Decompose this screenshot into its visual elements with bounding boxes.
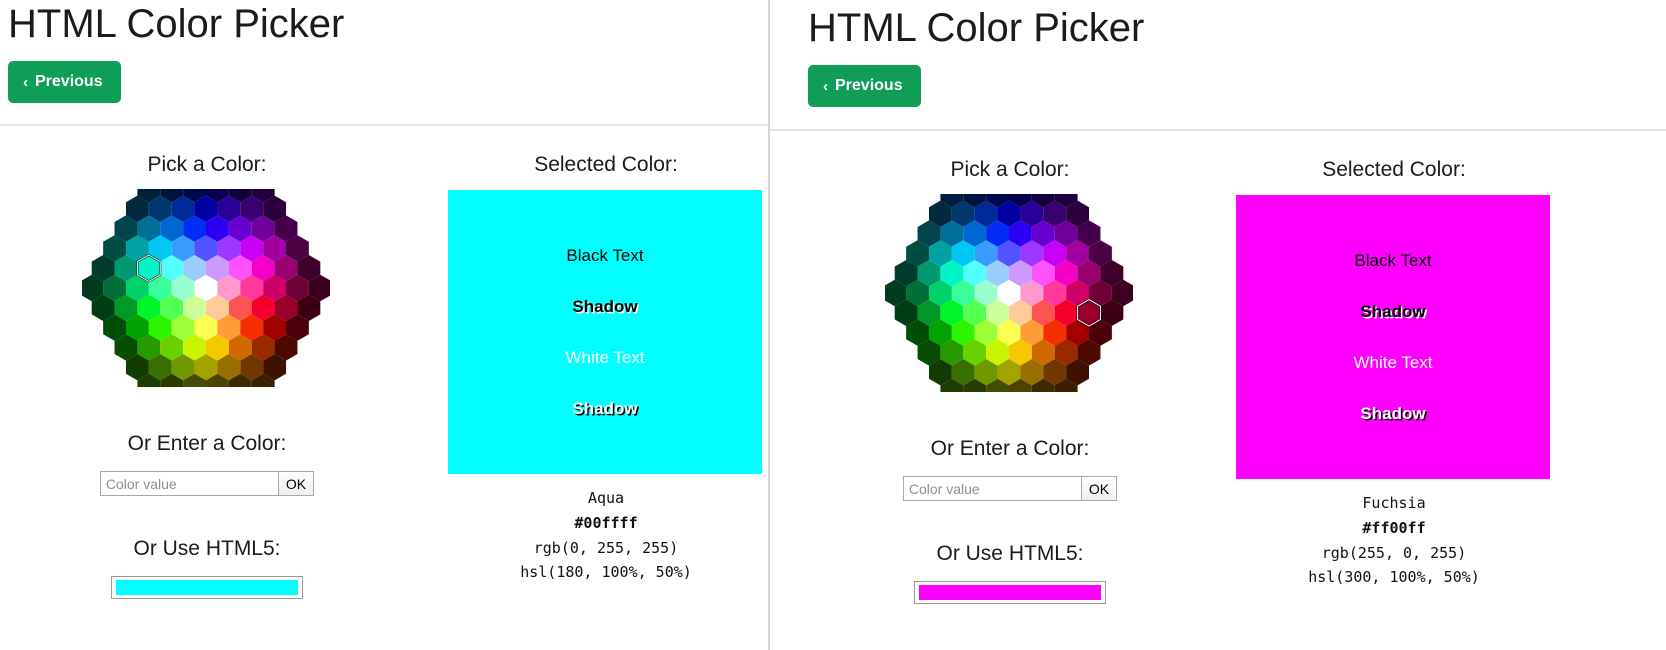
or-enter-a-color-label: Or Enter a Color: — [930, 437, 1090, 461]
previous-button-label: Previous — [835, 77, 903, 94]
header-divider — [770, 129, 1666, 131]
ok-button[interactable]: OK — [277, 471, 315, 497]
html5-color-fill — [116, 579, 298, 595]
html5-color-fill — [919, 584, 1101, 600]
page-title: HTML Color Picker — [8, 2, 345, 46]
picker-column-left: Pick a Color: Or Enter a Color: OK Or Us… — [82, 152, 332, 599]
header-right: HTML Color Picker ‹ Previous — [808, 6, 1144, 107]
preview-black-text: Black Text — [1354, 251, 1432, 271]
preview-black-text: Black Text — [566, 246, 644, 266]
pick-a-color-label: Pick a Color: — [147, 153, 267, 176]
selected-color-label: Selected Color: — [534, 153, 678, 176]
preview-white-shadow: Shadow — [1360, 404, 1426, 424]
previous-button[interactable]: ‹ Previous — [8, 61, 121, 103]
selected-color-label: Selected Color: — [1322, 158, 1466, 181]
color-picker-comparison: HTML Color Picker ‹ Previous Pick a Colo… — [0, 0, 1666, 650]
color-rgb: rgb(255, 0, 255) — [1321, 543, 1467, 562]
color-entry-row: OK — [885, 476, 1135, 502]
color-value-input[interactable] — [902, 476, 1081, 502]
ok-button[interactable]: OK — [1080, 476, 1118, 502]
hex-wheel-svg[interactable] — [885, 194, 1133, 393]
or-use-html5-label: Or Use HTML5: — [133, 537, 281, 561]
panel-left: HTML Color Picker ‹ Previous Pick a Colo… — [0, 0, 768, 650]
color-rgb: rgb(0, 255, 255) — [533, 538, 679, 557]
color-hex: #00ffff — [574, 513, 638, 532]
color-hex: #ff00ff — [1362, 518, 1426, 537]
preview-white-shadow: Shadow — [572, 399, 638, 419]
html5-color-input[interactable] — [111, 575, 303, 599]
preview-black-shadow: Shadow — [572, 297, 638, 317]
hex-color-wheel[interactable] — [82, 189, 332, 388]
preview-column-right: Selected Color: Black Text Shadow White … — [1236, 157, 1552, 590]
header-left: HTML Color Picker ‹ Previous — [8, 2, 344, 103]
color-entry-row: OK — [82, 471, 332, 497]
color-hsl: hsl(180, 100%, 50%) — [520, 563, 692, 582]
hex-color-wheel[interactable] — [885, 194, 1135, 393]
preview-column-left: Selected Color: Black Text Shadow White … — [448, 152, 764, 585]
chevron-left-icon: ‹ — [23, 73, 28, 91]
color-value-input[interactable] — [99, 471, 278, 497]
preview-black-shadow: Shadow — [1360, 302, 1426, 322]
selected-color-swatch: Black Text Shadow White Text Shadow — [448, 190, 762, 475]
header-divider — [0, 124, 768, 126]
previous-button-label: Previous — [35, 73, 103, 90]
or-enter-a-color-label: Or Enter a Color: — [127, 432, 287, 456]
picker-column-right: Pick a Color: Or Enter a Color: OK Or Us… — [885, 157, 1135, 604]
color-value-list: Aqua #00ffff rgb(0, 255, 255) hsl(180, 1… — [448, 486, 764, 585]
color-hsl: hsl(300, 100%, 50%) — [1308, 568, 1480, 587]
preview-white-text: White Text — [1353, 353, 1433, 373]
page-title: HTML Color Picker — [808, 6, 1145, 50]
html5-color-input[interactable] — [914, 580, 1106, 604]
pick-a-color-label: Pick a Color: — [950, 158, 1070, 181]
panel-right: HTML Color Picker ‹ Previous Pick a Colo… — [770, 0, 1666, 650]
color-value-list: Fuchsia #ff00ff rgb(255, 0, 255) hsl(300… — [1236, 491, 1552, 590]
preview-white-text: White Text — [565, 348, 645, 368]
hex-wheel-svg[interactable] — [82, 189, 330, 388]
selected-color-swatch: Black Text Shadow White Text Shadow — [1236, 195, 1550, 480]
color-name: Aqua — [587, 489, 625, 508]
previous-button[interactable]: ‹ Previous — [808, 65, 921, 107]
chevron-left-icon: ‹ — [823, 77, 828, 95]
color-name: Fuchsia — [1362, 494, 1426, 513]
or-use-html5-label: Or Use HTML5: — [936, 542, 1084, 566]
